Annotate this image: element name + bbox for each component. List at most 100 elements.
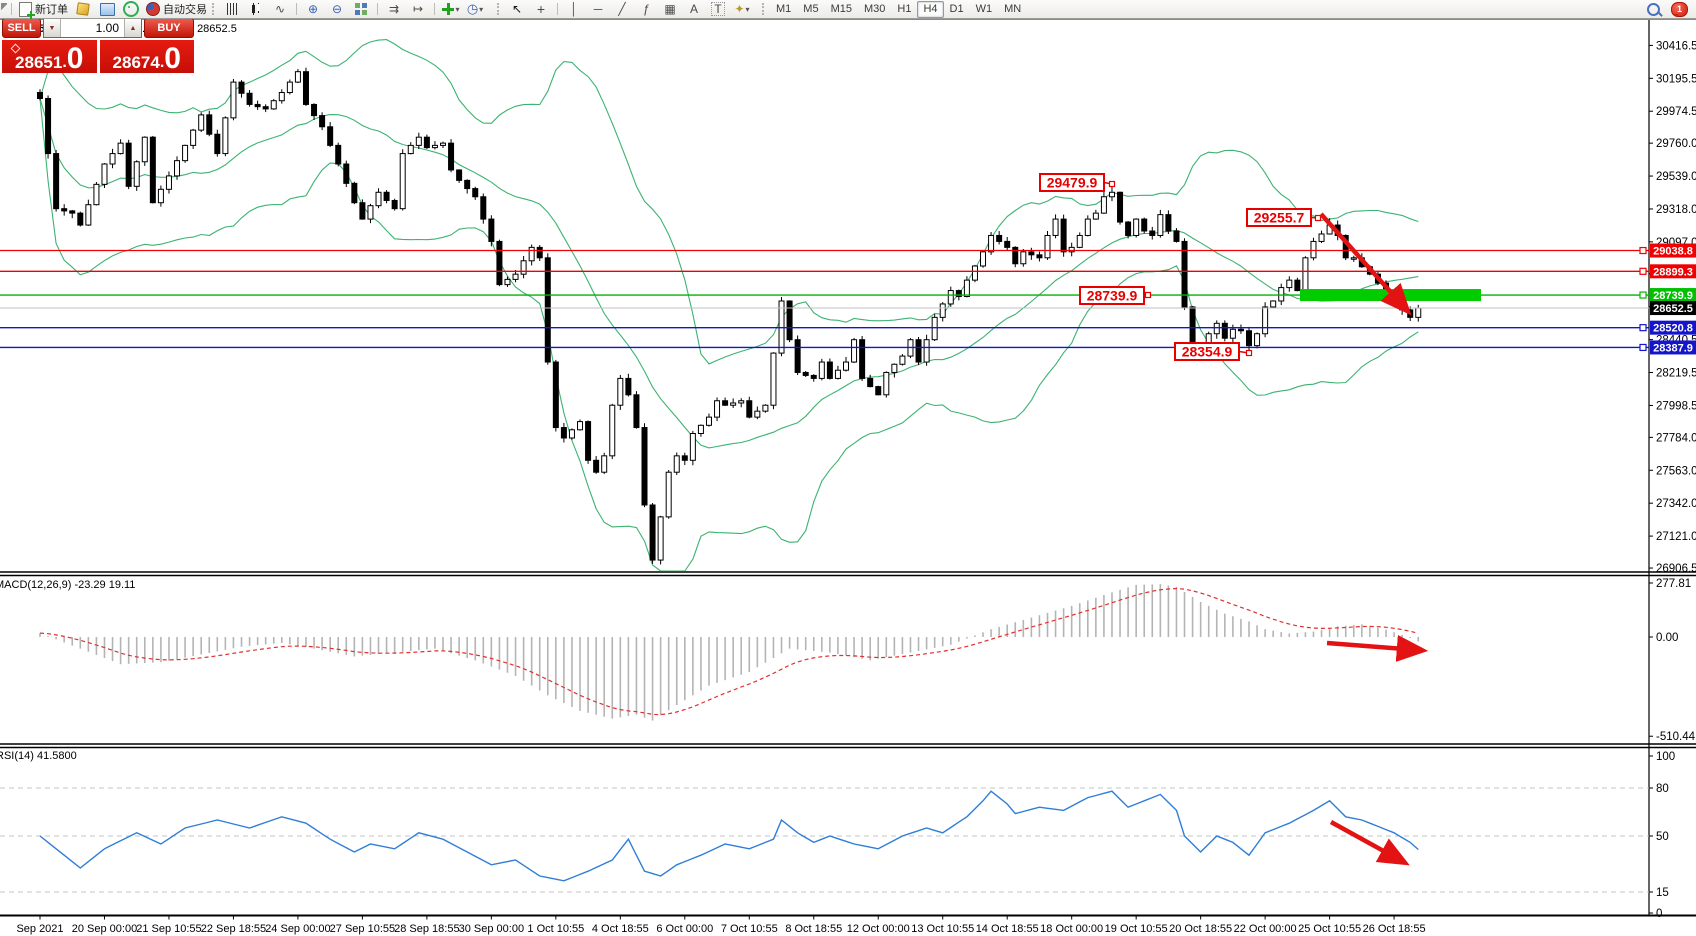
macd-pane: 277.81 0.00 -510.44 — [39, 578, 1696, 743]
price-tick-label: 27121.0 — [1656, 531, 1696, 543]
svg-text:28387.9: 28387.9 — [1653, 342, 1693, 354]
price-tick-label: 30195.5 — [1656, 73, 1696, 85]
cursor-icon: ↖ — [511, 2, 523, 16]
sell-price-pips: 0 — [66, 42, 84, 75]
label-tool-button[interactable]: T — [706, 0, 730, 18]
chart-canvas[interactable]: 30416.5 30195.5 29974.5 29760.0 29539.0 29318… — [0, 19, 1696, 936]
candlestick-chart-button[interactable] — [244, 0, 268, 18]
crosshair-tool-button[interactable]: + — [529, 0, 553, 18]
date-tick-label: 1 Oct 10:55 — [527, 923, 584, 935]
zoom-out-button[interactable]: ⊖ — [325, 0, 349, 18]
date-tick-label: 12 Oct 00:00 — [847, 923, 910, 935]
chart-shift-icon: ↦ — [412, 2, 424, 16]
vertical-line-tool-button[interactable]: │ — [562, 0, 586, 18]
trendline-icon: ╱ — [618, 2, 626, 16]
rsi-tick-label: 80 — [1656, 783, 1669, 795]
price-tick-label: 29760.0 — [1656, 138, 1696, 150]
line-chart-button[interactable]: ∿ — [268, 0, 292, 18]
toolbar-grip — [212, 3, 218, 15]
volume-field[interactable]: 1.00 — [61, 19, 124, 37]
market-watch-button[interactable] — [71, 0, 95, 18]
price-tick-label: 27998.5 — [1656, 400, 1696, 412]
clipped-icon — [1, 3, 7, 15]
search-button[interactable] — [1641, 0, 1665, 18]
add-indicator-icon — [442, 3, 455, 15]
timeframe-mn[interactable]: MN — [998, 1, 1027, 18]
text-tool-button[interactable]: A — [682, 0, 706, 18]
autotrade-label: 自动交易 — [163, 4, 207, 16]
timeframe-h1[interactable]: H1 — [891, 1, 917, 18]
horizontal-line-tool-button[interactable]: ─ — [586, 0, 610, 18]
timeframe-d1[interactable]: D1 — [944, 1, 970, 18]
vertical-line-icon: │ — [570, 2, 578, 16]
chart-shift-button[interactable]: ↦ — [406, 0, 430, 18]
candles-layer — [37, 67, 1422, 565]
date-tick-label: 18 Oct 00:00 — [1040, 923, 1103, 935]
signal-icon — [123, 1, 139, 17]
price-tick-label: 30416.5 — [1656, 40, 1696, 52]
toolbar-separator — [296, 3, 297, 15]
autotrade-button[interactable]: 自动交易 — [143, 0, 210, 18]
chart-window-button[interactable] — [95, 0, 119, 18]
zoom-in-button[interactable]: ⊕ — [301, 0, 325, 18]
gold-icon — [76, 2, 90, 16]
date-tick-label: 20 Sep 00:00 — [72, 923, 137, 935]
buy-button[interactable]: BUY — [144, 18, 194, 38]
sell-button[interactable]: SELL — [2, 18, 41, 38]
dropdown-icon: ▾ — [479, 4, 484, 14]
tile-windows-button[interactable] — [349, 0, 373, 18]
line-chart-icon: ∿ — [274, 2, 286, 16]
periods-button[interactable]: ◷ ▾ — [463, 0, 487, 18]
price-tick-label: 29974.5 — [1656, 106, 1696, 118]
rsi-tick-label: 15 — [1656, 887, 1669, 899]
trendline-tool-button[interactable]: ╱ — [610, 0, 634, 18]
fibonacci-tool-button[interactable]: ƒ — [634, 0, 658, 18]
bar-chart-button[interactable] — [220, 0, 244, 18]
notifications-badge[interactable]: 1 — [1671, 1, 1688, 17]
rsi-pane: 100 80 50 15 0 — [0, 751, 1675, 920]
dropdown-icon: ▾ — [455, 4, 460, 14]
signals-button[interactable] — [119, 0, 143, 18]
price-tick-label: 29539.0 — [1656, 171, 1696, 183]
volume-decrease-button[interactable]: ▼ — [44, 19, 61, 37]
new-order-button[interactable]: 新订单 — [16, 0, 71, 19]
zoom-out-icon: ⊖ — [331, 2, 343, 16]
svg-text:28520.8: 28520.8 — [1653, 323, 1693, 335]
timeframe-m15[interactable]: M15 — [825, 1, 858, 18]
timeframe-m1[interactable]: M1 — [770, 1, 797, 18]
price-tick-label: 27563.0 — [1656, 465, 1696, 477]
svg-text:28739.9: 28739.9 — [1087, 288, 1138, 304]
toolbar-separator — [434, 3, 435, 15]
chart-window: JPN225-,H4 28820.0 28827.5 28622.5 28652… — [0, 19, 1696, 936]
shapes-tool-button[interactable]: ✦ ▾ — [730, 0, 754, 18]
cursor-tool-button[interactable]: ↖ — [505, 0, 529, 18]
indicators-button[interactable]: ▾ — [439, 0, 463, 18]
one-click-trade-panel: SELL ▼ 1.00 ▲ BUY 28651. 0 28674. 0 — [2, 18, 194, 75]
rsi-tick-label: 50 — [1656, 831, 1669, 843]
svg-text:28739.9: 28739.9 — [1653, 290, 1693, 302]
date-tick-label: 6 Oct 00:00 — [656, 923, 713, 935]
auto-scroll-button[interactable]: ⇉ — [382, 0, 406, 18]
timeframe-m5[interactable]: M5 — [797, 1, 824, 18]
bollinger-bands — [39, 39, 1419, 572]
toolbar-grip — [497, 3, 503, 15]
date-tick-label: 24 Sep 00:00 — [265, 923, 330, 935]
svg-text:29479.9: 29479.9 — [1047, 175, 1098, 191]
date-tick-label: 13 Oct 10:55 — [911, 923, 974, 935]
new-order-label: 新订单 — [35, 4, 68, 16]
volume-increase-button[interactable]: ▲ — [124, 19, 141, 37]
monitor-icon — [99, 2, 115, 16]
toolbar-grip — [762, 3, 768, 15]
timeframe-w1[interactable]: W1 — [970, 1, 999, 18]
toolbar-separator — [11, 3, 12, 15]
autotrade-icon — [146, 2, 160, 16]
red-arrow[interactable] — [1329, 820, 1410, 866]
buy-price-box[interactable]: 28674. 0 — [99, 40, 194, 74]
grid-tool-button[interactable]: ▦ — [658, 0, 682, 18]
date-tick-label: 4 Oct 18:55 — [592, 923, 649, 935]
timeframe-h4[interactable]: H4 — [917, 0, 944, 18]
toolbar-separator — [377, 3, 378, 15]
red-arrow[interactable] — [1326, 634, 1429, 662]
sell-price-box[interactable]: 28651. 0 — [2, 40, 97, 75]
timeframe-m30[interactable]: M30 — [858, 1, 891, 18]
